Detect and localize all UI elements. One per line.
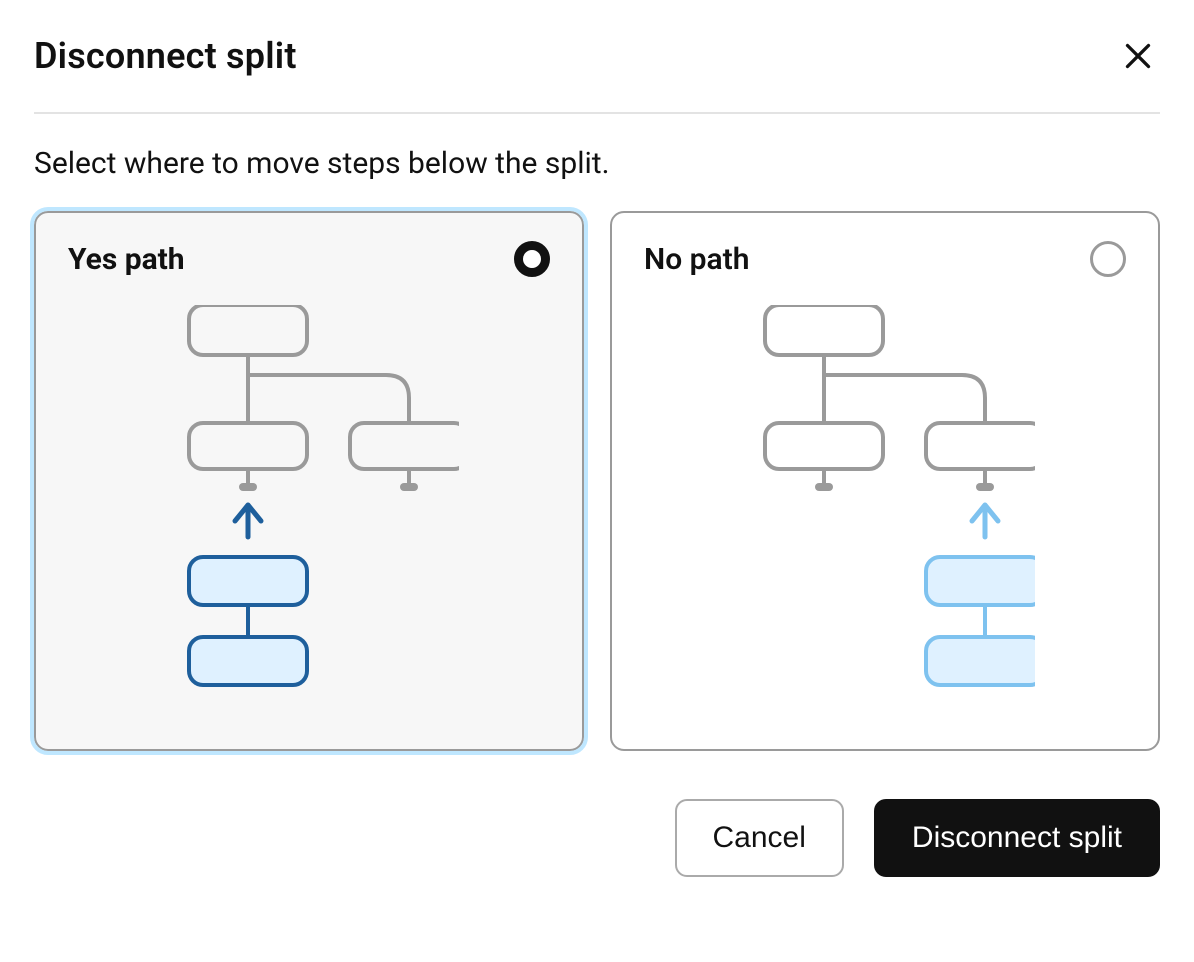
option-label: Yes path — [68, 242, 185, 277]
option-yes-path[interactable]: Yes path — [34, 211, 584, 751]
diagram-no — [644, 301, 1126, 725]
dialog-footer: Cancel Disconnect split — [34, 799, 1160, 877]
dialog-title: Disconnect split — [34, 35, 297, 77]
radio-unselected-icon — [1090, 241, 1126, 277]
disconnect-split-dialog: Disconnect split Select where to move st… — [0, 0, 1194, 917]
close-button[interactable] — [1116, 34, 1160, 78]
option-label: No path — [644, 242, 749, 277]
radio-selected-icon — [514, 241, 550, 277]
option-no-path[interactable]: No path — [610, 211, 1160, 751]
close-icon — [1120, 62, 1156, 77]
dialog-header: Disconnect split — [34, 34, 1160, 114]
diagram-yes — [68, 301, 550, 725]
dialog-subtitle: Select where to move steps below the spl… — [34, 146, 1160, 181]
flow-diagram-icon — [735, 305, 1035, 705]
option-grid: Yes path — [34, 211, 1160, 751]
option-header: No path — [644, 241, 1126, 277]
cancel-button[interactable]: Cancel — [675, 799, 844, 877]
option-header: Yes path — [68, 241, 550, 277]
confirm-disconnect-button[interactable]: Disconnect split — [874, 799, 1160, 877]
flow-diagram-icon — [159, 305, 459, 705]
